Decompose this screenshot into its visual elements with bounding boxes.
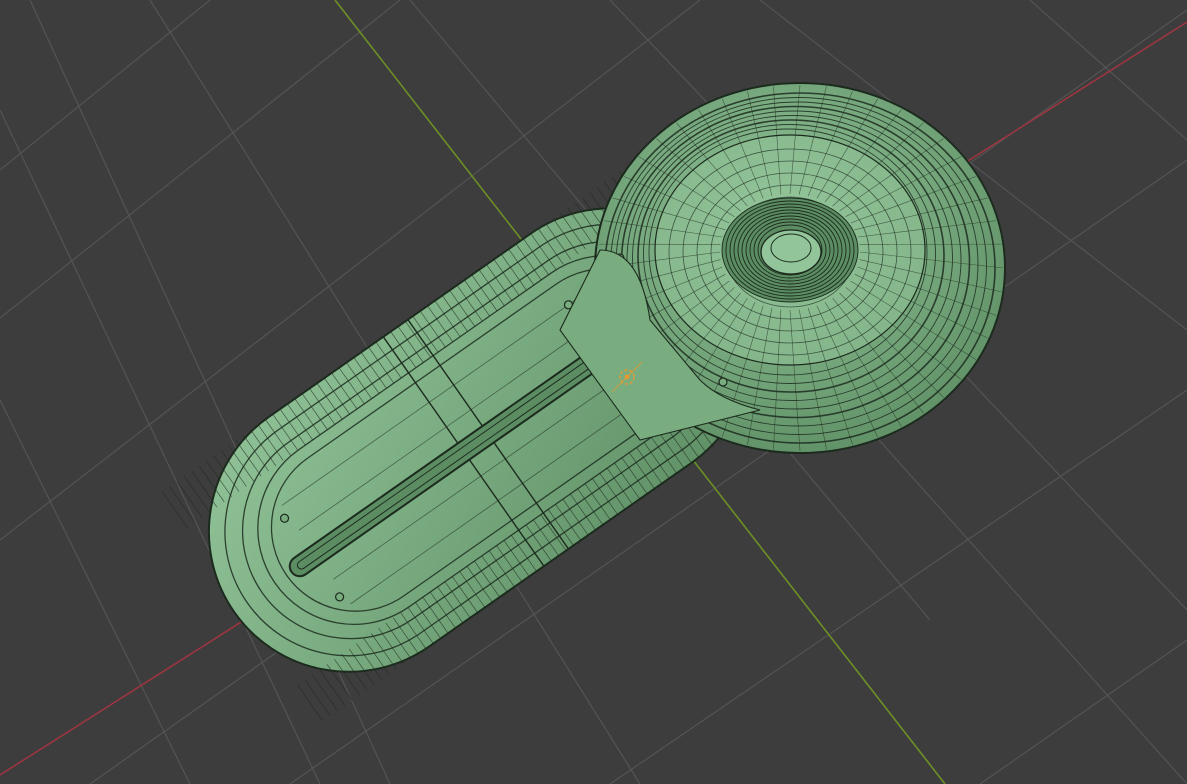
hub-knob-top <box>770 233 812 263</box>
screw-hole <box>718 377 728 387</box>
grid-line <box>0 399 191 784</box>
grid-line <box>869 429 1187 784</box>
handle-wire <box>169 486 196 523</box>
viewport-canvas[interactable] <box>0 0 1187 784</box>
handle-wire <box>176 481 203 518</box>
3d-viewport[interactable] <box>0 0 1187 784</box>
handle-wire <box>319 669 346 706</box>
grid-line <box>0 0 401 319</box>
grid-line <box>1029 0 1187 141</box>
grid-line <box>0 0 211 171</box>
handle-wire <box>191 470 218 508</box>
paddle-mesh[interactable] <box>154 82 1006 727</box>
grid-line <box>979 639 1187 784</box>
handle-wire <box>304 679 331 717</box>
handle-wire <box>297 684 324 722</box>
cup-hub <box>721 197 859 303</box>
handle-wire <box>311 674 338 711</box>
